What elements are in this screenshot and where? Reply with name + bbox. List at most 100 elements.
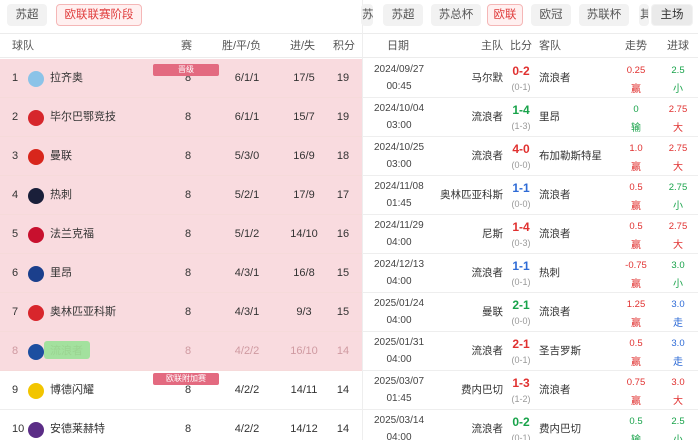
tab-scottish-premiership[interactable]: 苏超: [383, 4, 423, 26]
tab-europa-league[interactable]: 欧联: [487, 4, 523, 26]
handicap-line: 1.25: [626, 299, 646, 310]
rank: 5: [12, 228, 19, 240]
played: 8: [184, 228, 192, 240]
away-team[interactable]: 布加勒斯特星: [539, 137, 613, 176]
tab-europa-league-stage[interactable]: 欧联联赛阶段: [56, 4, 142, 26]
home-team[interactable]: 费内巴切: [431, 371, 503, 410]
match-row[interactable]: 2025/03/14 04:00 流浪者 0-2 (0-1) 费内巴切 0.5 输 2.5 小: [363, 410, 698, 440]
team-logo-icon: [28, 266, 44, 282]
right-tab-bar: 苏 苏超 苏总杯 欧联 欧冠 苏联杯 其 主场: [361, 0, 698, 30]
full-time-score: 2-1: [512, 298, 530, 312]
home-team[interactable]: 流浪者: [431, 137, 504, 176]
tab-scottish-cup[interactable]: 苏总杯: [431, 4, 481, 26]
rank: 1: [12, 72, 19, 84]
team-logo-icon: [28, 227, 44, 243]
away-team[interactable]: 热刺: [539, 254, 613, 293]
handicap-line: 0.75: [626, 377, 646, 388]
points: 19: [336, 72, 350, 84]
half-time-score: (0-1): [511, 277, 531, 287]
header-goals: 进/失: [290, 40, 316, 52]
match-row[interactable]: 2024/10/04 03:00 流浪者 1-4 (1-3) 里昂 0 输 2.75 大: [363, 98, 698, 137]
home-team[interactable]: 马尔默: [431, 59, 504, 98]
standings-header: 球队 赛 胜/平/负 进/失 积分: [0, 33, 362, 58]
tab-scottish-premiership[interactable]: 苏超: [7, 4, 47, 26]
standings-row[interactable]: 6 里昂 8 4/3/1 16/8 15: [0, 254, 362, 293]
match-row[interactable]: 2024/11/29 04:00 尼斯 1-4 (0-3) 流浪者 0.5 赢 2.75 大: [363, 215, 698, 254]
handicap-result: 赢: [631, 84, 641, 95]
win-draw-loss: 5/3/0: [234, 150, 260, 162]
away-team[interactable]: 流浪者: [539, 215, 613, 254]
handicap-result: 赢: [631, 279, 641, 290]
played: 8: [184, 345, 192, 357]
win-draw-loss: 4/2/2: [234, 345, 260, 357]
points: 14: [336, 345, 350, 357]
match-row[interactable]: 2024/12/13 04:00 流浪者 1-1 (0-1) 热刺 -0.75 赢 3.0 小: [363, 254, 698, 293]
match-row[interactable]: 2025/03/07 01:45 费内巴切 1-3 (1-2) 流浪者 0.75 赢 3.0 大: [363, 371, 698, 410]
match-row[interactable]: 2024/10/25 03:00 流浪者 4-0 (0-0) 布加勒斯特星 1.0 赢 2.75…: [363, 137, 698, 176]
home-team[interactable]: 流浪者: [431, 332, 504, 371]
home-team[interactable]: 流浪者: [431, 98, 504, 137]
standings-row[interactable]: 4 热刺 8 5/2/1 17/9 17: [0, 176, 362, 215]
half-time-score: (0-3): [511, 238, 531, 248]
half-time-score: (0-0): [511, 160, 531, 170]
left-tab-bar: 苏超 欧联联赛阶段: [0, 0, 362, 30]
full-time-score: 4-0: [512, 142, 530, 156]
full-time-score: 1-3: [512, 376, 530, 390]
away-team[interactable]: 里昂: [539, 98, 613, 137]
standings-row[interactable]: 2 毕尔巴鄂竞技 8 6/1/1 15/7 19: [0, 98, 362, 137]
away-team[interactable]: 流浪者: [539, 59, 613, 98]
standings-row[interactable]: 5 法兰克福 8 5/1/2 14/10 16: [0, 215, 362, 254]
points: 14: [336, 423, 350, 435]
home-team[interactable]: 尼斯: [431, 215, 503, 254]
half-time-score: (1-3): [511, 121, 531, 131]
goals-for-against: 14/12: [290, 423, 318, 435]
handicap-line: 0.5: [629, 182, 643, 193]
header-team: 球队: [12, 40, 34, 52]
ou-line: 3.0: [671, 260, 685, 271]
tab-scottish-league-cup[interactable]: 苏联杯: [579, 4, 629, 26]
home-team[interactable]: 曼联: [431, 293, 503, 332]
half-time-score: (0-1): [511, 433, 531, 440]
team-logo-icon: [28, 344, 44, 360]
ou-result: 大: [673, 162, 683, 173]
goals-for-against: 16/8: [293, 267, 315, 279]
away-team[interactable]: 流浪者: [539, 293, 613, 332]
tab-champions-league[interactable]: 欧冠: [531, 4, 571, 26]
away-team[interactable]: 流浪者: [539, 176, 613, 215]
match-time: 04:00: [386, 315, 412, 326]
goals-for-against: 15/7: [293, 111, 315, 123]
full-time-score: 2-1: [512, 337, 530, 351]
tab-cut-left[interactable]: 苏: [361, 4, 374, 26]
standings-row[interactable]: 7 奥林匹亚科斯 8 4/3/1 9/3 15: [0, 293, 362, 332]
rank: 9: [12, 384, 19, 396]
played: 8: [184, 111, 192, 123]
away-team[interactable]: 圣吉罗斯: [539, 332, 613, 371]
home-team[interactable]: 流浪者: [431, 254, 504, 293]
full-time-score: 1-4: [512, 103, 530, 117]
ou-line: 2.75: [668, 221, 688, 232]
match-row[interactable]: 2024/09/27 00:45 马尔默 0-2 (0-1) 流浪者 0.25 赢 2.5 小: [363, 59, 698, 98]
ou-result: 走: [673, 357, 683, 368]
team-name: 奥林匹亚科斯: [50, 306, 116, 318]
win-draw-loss: 5/1/2: [234, 228, 260, 240]
home-filter-toggle[interactable]: 主场: [651, 4, 693, 26]
standings-row[interactable]: 3 曼联 8 5/3/0 16/9 18: [0, 137, 362, 176]
away-team[interactable]: 流浪者: [539, 371, 613, 410]
team-name: 里昂: [50, 267, 72, 279]
match-row[interactable]: 2025/01/24 04:00 曼联 2-1 (0-0) 流浪者 1.25 赢 3.0 走: [363, 293, 698, 332]
match-row[interactable]: 2025/01/31 04:00 流浪者 2-1 (0-1) 圣吉罗斯 0.5 赢 3.0 走: [363, 332, 698, 371]
tab-cut-right[interactable]: 其: [639, 4, 649, 26]
header-date: 日期: [387, 40, 409, 52]
header-points: 积分: [333, 40, 355, 52]
handicap-result: 输: [619, 431, 653, 440]
away-team[interactable]: 费内巴切: [539, 410, 613, 440]
win-draw-loss: 6/1/1: [234, 111, 260, 123]
standings-row[interactable]: 10 安德莱赫特 8 4/2/2 14/12 14: [0, 410, 362, 440]
home-team[interactable]: 流浪者: [431, 410, 504, 440]
home-team[interactable]: 奥林匹亚科斯: [431, 176, 503, 215]
team-logo-icon: [28, 71, 44, 87]
played: 8: [184, 189, 192, 201]
team-logo-icon: [28, 149, 44, 165]
rank: 6: [12, 267, 19, 279]
match-row[interactable]: 2024/11/08 01:45 奥林匹亚科斯 1-1 (0-0) 流浪者 0.5 赢 2.75…: [363, 176, 698, 215]
